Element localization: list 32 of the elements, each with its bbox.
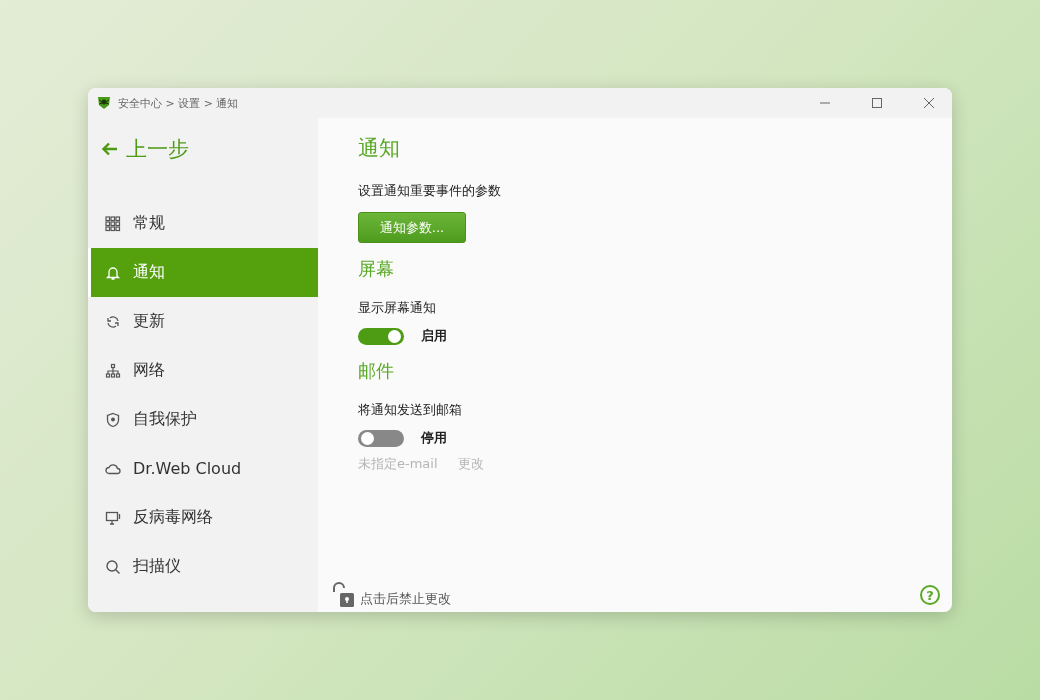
close-icon bbox=[924, 98, 934, 108]
spider-logo-icon bbox=[96, 96, 112, 110]
monitor-icon bbox=[105, 509, 121, 526]
unlocked-padlock-icon[interactable] bbox=[330, 582, 354, 608]
toggle-label: 停用 bbox=[421, 429, 447, 447]
shield-icon bbox=[105, 411, 121, 428]
section-heading: 屏幕 bbox=[358, 257, 394, 281]
page-title: 通知 bbox=[358, 135, 401, 162]
sidebar-item[interactable]: 扫描仪 bbox=[88, 542, 318, 591]
maximize-icon bbox=[872, 98, 882, 108]
lock-hint: 点击后禁止更改 bbox=[360, 590, 452, 608]
toggle-switch[interactable] bbox=[358, 429, 404, 447]
sidebar-item[interactable]: 常规 bbox=[88, 199, 318, 248]
breadcrumb: 安全中心 > 设置 > 通知 bbox=[118, 95, 239, 111]
network-icon bbox=[105, 362, 121, 379]
search-icon bbox=[105, 558, 121, 575]
sidebar-item[interactable]: 反病毒网络 bbox=[88, 493, 318, 542]
refresh-icon bbox=[105, 313, 121, 330]
sidebar-item[interactable]: 网络 bbox=[88, 346, 318, 395]
toggle-label: 启用 bbox=[421, 327, 447, 345]
toggle-switch[interactable] bbox=[358, 327, 404, 345]
section-heading: 邮件 bbox=[358, 359, 394, 383]
sidebar-item[interactable]: 自我保护 bbox=[88, 395, 318, 444]
setting-label: 显示屏幕通知 bbox=[358, 299, 436, 317]
sidebar-item[interactable]: Dr.Web Cloud bbox=[88, 444, 318, 493]
email-status: 未指定e-mail bbox=[358, 455, 438, 473]
sidebar-item[interactable]: 更新 bbox=[88, 297, 318, 346]
setting-label: 将通知发送到邮箱 bbox=[358, 401, 462, 419]
arrow-left-icon bbox=[102, 142, 118, 156]
grid-icon bbox=[105, 215, 121, 232]
description-text: 设置通知重要事件的参数 bbox=[358, 182, 501, 200]
bell-icon bbox=[105, 264, 121, 281]
